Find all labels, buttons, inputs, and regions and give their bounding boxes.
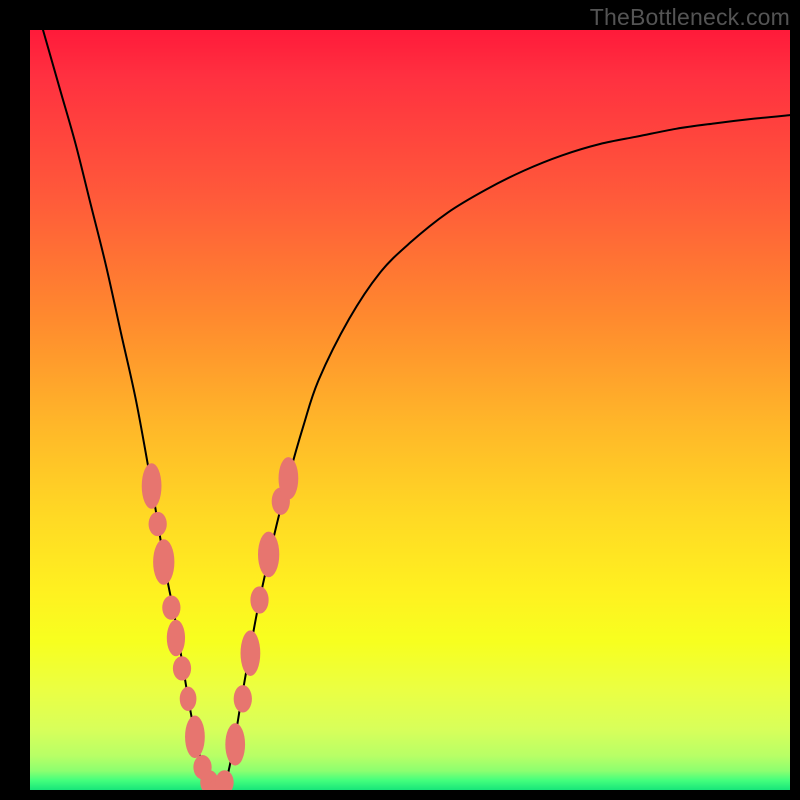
curve-marker xyxy=(185,716,205,759)
plot-area xyxy=(30,30,790,790)
curve-marker xyxy=(241,630,261,676)
curve-svg xyxy=(30,30,790,790)
chart-frame: TheBottleneck.com xyxy=(0,0,800,800)
curve-marker xyxy=(258,532,279,578)
curve-marker xyxy=(149,512,167,536)
curve-marker xyxy=(225,723,245,766)
curve-markers xyxy=(142,457,299,790)
curve-marker xyxy=(162,595,180,619)
curve-marker xyxy=(153,539,174,585)
watermark-text: TheBottleneck.com xyxy=(590,4,790,31)
curve-marker xyxy=(279,457,299,500)
curve-marker xyxy=(234,685,252,712)
curve-marker xyxy=(167,620,185,656)
curve-marker xyxy=(250,586,268,613)
curve-marker xyxy=(142,463,162,509)
curve-marker xyxy=(180,687,197,711)
curve-marker xyxy=(173,656,191,680)
curve-marker xyxy=(215,770,233,790)
bottleneck-curve xyxy=(30,30,790,790)
